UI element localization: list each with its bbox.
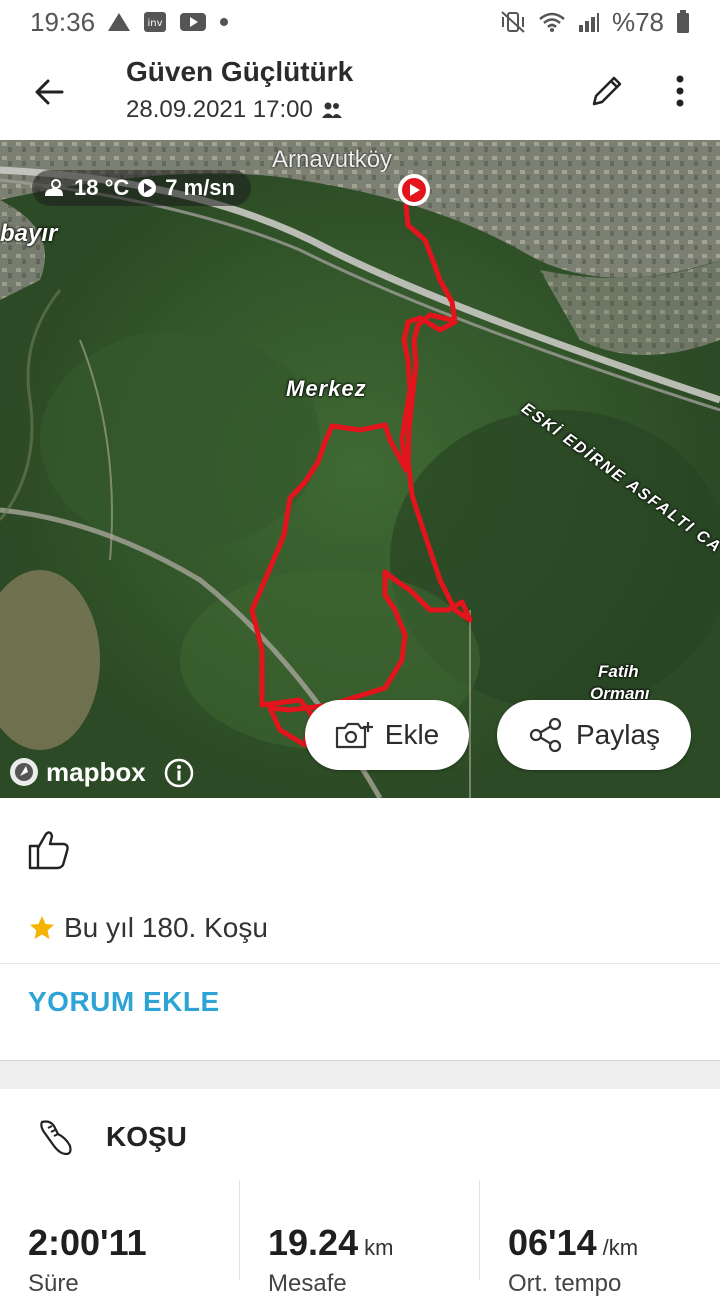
stat-duration: 2:00'11 Süre bbox=[28, 1222, 153, 1298]
edit-button[interactable] bbox=[586, 70, 628, 112]
activity-date-row: 28.09.2021 17:00 bbox=[126, 96, 343, 124]
map-label-merkez: Merkez bbox=[286, 376, 367, 401]
temperature: 18 °C bbox=[74, 175, 130, 200]
activity-type: KOŞU bbox=[106, 1121, 187, 1152]
achievement-text: Bu yıl 180. Koşu bbox=[64, 912, 268, 943]
stat-divider bbox=[239, 1180, 240, 1280]
pencil-icon bbox=[592, 76, 622, 106]
stat-value: 06'14 bbox=[508, 1222, 597, 1263]
dot-icon bbox=[220, 18, 229, 26]
user-name[interactable]: Güven Güçlütürk bbox=[126, 56, 353, 88]
thumbs-up-icon bbox=[28, 831, 69, 870]
battery-icon bbox=[677, 10, 689, 33]
inv-app-icon: inv bbox=[144, 12, 167, 32]
wind-direction-icon bbox=[138, 179, 157, 197]
stat-label: Mesafe bbox=[268, 1270, 347, 1297]
stat-value: 19.24 bbox=[268, 1222, 359, 1263]
running-shoe-icon bbox=[40, 1120, 72, 1156]
status-bar-right: %78 bbox=[500, 7, 690, 38]
status-bar-left: 19:36 inv bbox=[30, 7, 229, 38]
stat-avg-pace: 06'14/km Ort. tempo bbox=[508, 1222, 638, 1298]
more-options-button[interactable] bbox=[664, 70, 696, 114]
mapbox-logo: mapbox bbox=[8, 756, 146, 788]
add-photo-button[interactable]: Ekle bbox=[305, 700, 469, 770]
activity-datetime: 28.09.2021 17:00 bbox=[126, 96, 313, 123]
stat-unit: km bbox=[364, 1235, 394, 1260]
map-label-bayir: bayır bbox=[0, 220, 58, 247]
share-icon bbox=[529, 717, 562, 753]
share-button[interactable]: Paylaş bbox=[497, 700, 691, 770]
cloudy-sun-icon bbox=[45, 179, 63, 196]
map-label-arnavutkoy: Arnavutköy bbox=[272, 146, 393, 173]
route-map[interactable]: 18 °C 7 m/sn Arnavutköy bayır Merkez ESK… bbox=[0, 140, 720, 798]
map-label-fatih: Fatih bbox=[598, 662, 639, 681]
weather-badge: 18 °C 7 m/sn bbox=[32, 170, 251, 206]
add-comment-button[interactable]: YORUM EKLE bbox=[28, 986, 220, 1018]
map-info-button[interactable] bbox=[164, 758, 194, 788]
section-separator bbox=[0, 1060, 720, 1089]
stat-label: Süre bbox=[28, 1270, 79, 1297]
stat-unit: /km bbox=[602, 1235, 639, 1260]
youtube-icon bbox=[180, 13, 207, 31]
stat-value: 2:00'11 bbox=[28, 1222, 147, 1263]
status-bar: 19:36 inv %78 bbox=[0, 0, 720, 44]
stat-divider bbox=[479, 1180, 480, 1280]
svg-text:inv: inv bbox=[148, 18, 163, 29]
arrow-left-icon bbox=[35, 79, 64, 105]
signal-icon bbox=[578, 13, 599, 32]
navigation-icon bbox=[108, 13, 131, 31]
camera-plus-icon bbox=[335, 722, 373, 749]
share-label: Paylaş bbox=[575, 719, 661, 750]
app-header: Güven Güçlütürk 28.09.2021 17:00 bbox=[0, 44, 720, 140]
group-people-icon bbox=[321, 102, 342, 118]
add-photo-label: Ekle bbox=[384, 719, 440, 750]
mapbox-icon bbox=[10, 758, 38, 786]
mapbox-wordmark: mapbox bbox=[46, 756, 146, 787]
stat-distance: 19.24 km Mesafe bbox=[268, 1222, 393, 1298]
divider bbox=[0, 963, 720, 964]
mute-vibrate-icon bbox=[501, 11, 525, 33]
info-icon bbox=[164, 758, 194, 788]
achievement-row: Bu yıl 180. Koşu bbox=[28, 912, 268, 944]
battery-percentage: %78 bbox=[611, 6, 664, 37]
more-vertical-icon bbox=[676, 75, 684, 107]
wind-speed: 7 m/sn bbox=[165, 175, 235, 200]
wifi-icon bbox=[539, 12, 565, 32]
star-icon bbox=[30, 916, 54, 939]
back-button[interactable] bbox=[28, 70, 72, 114]
status-time: 19:36 bbox=[30, 6, 96, 37]
stat-label: Ort. tempo bbox=[508, 1270, 622, 1297]
like-button[interactable] bbox=[26, 826, 72, 872]
